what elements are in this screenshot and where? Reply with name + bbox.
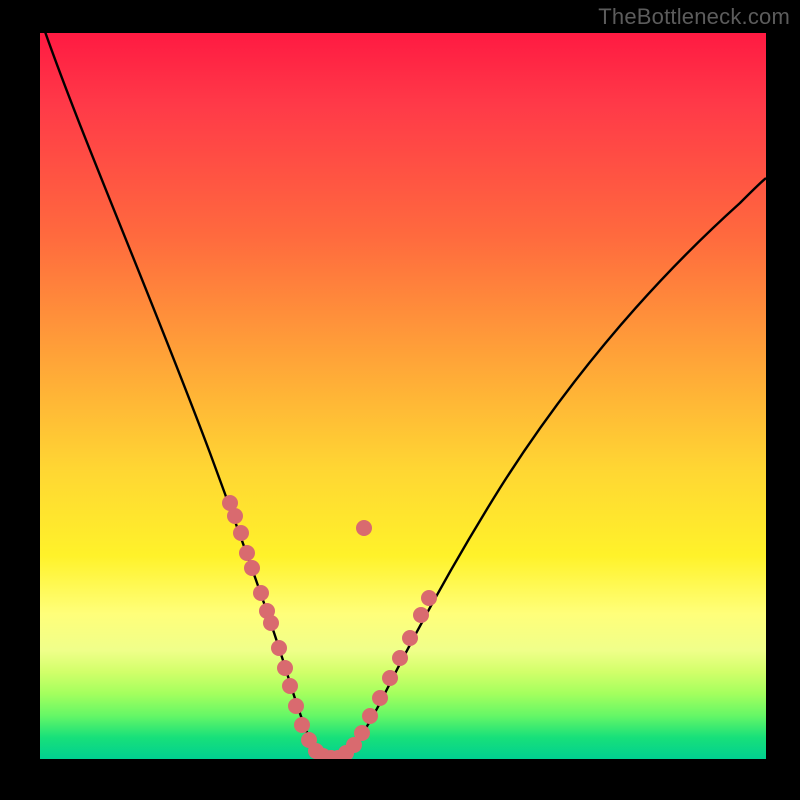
- highlight-dots: [222, 495, 437, 759]
- bottleneck-curve: [42, 33, 766, 759]
- chart-frame: TheBottleneck.com: [0, 0, 800, 800]
- watermark-text: TheBottleneck.com: [598, 4, 790, 30]
- plot-area: [40, 33, 766, 759]
- curve-overlay: [40, 33, 766, 759]
